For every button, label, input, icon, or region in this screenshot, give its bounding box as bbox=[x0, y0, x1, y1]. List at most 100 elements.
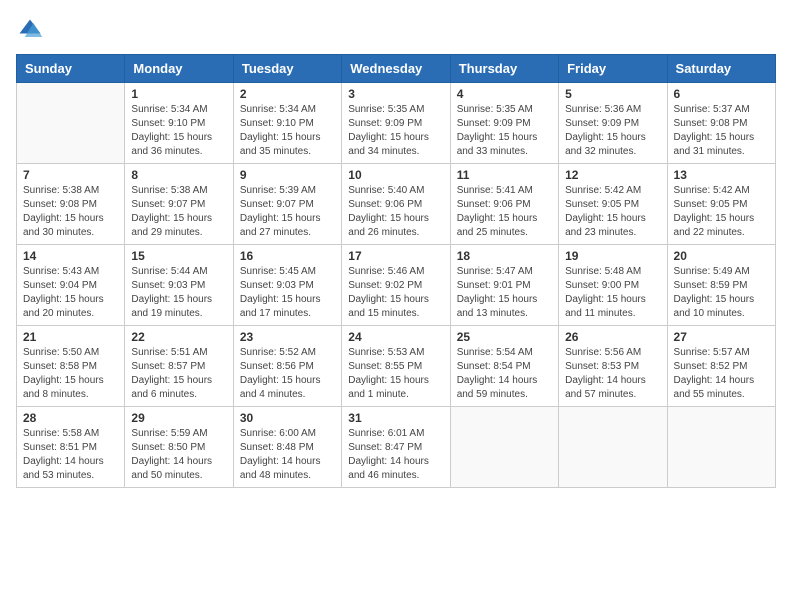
calendar-cell: 18 Sunrise: 5:47 AM Sunset: 9:01 PM Dayli… bbox=[450, 245, 558, 326]
calendar-cell: 3 Sunrise: 5:35 AM Sunset: 9:09 PM Daylig… bbox=[342, 83, 450, 164]
header-thursday: Thursday bbox=[450, 55, 558, 83]
day-number: 21 bbox=[23, 330, 118, 344]
calendar-cell: 19 Sunrise: 5:48 AM Sunset: 9:00 PM Dayli… bbox=[559, 245, 667, 326]
header-monday: Monday bbox=[125, 55, 233, 83]
day-info: Sunrise: 5:57 AM Sunset: 8:52 PM Dayligh… bbox=[674, 346, 769, 402]
day-number: 20 bbox=[674, 249, 769, 263]
calendar-cell bbox=[450, 407, 558, 488]
day-number: 14 bbox=[23, 249, 118, 263]
calendar-cell: 11 Sunrise: 5:41 AM Sunset: 9:06 PM Dayli… bbox=[450, 164, 558, 245]
day-info: Sunrise: 5:42 AM Sunset: 9:05 PM Dayligh… bbox=[565, 184, 660, 240]
day-info: Sunrise: 5:45 AM Sunset: 9:03 PM Dayligh… bbox=[240, 265, 335, 321]
calendar-cell: 15 Sunrise: 5:44 AM Sunset: 9:03 PM Dayli… bbox=[125, 245, 233, 326]
header-tuesday: Tuesday bbox=[233, 55, 341, 83]
day-info: Sunrise: 5:35 AM Sunset: 9:09 PM Dayligh… bbox=[348, 103, 443, 159]
calendar-cell: 25 Sunrise: 5:54 AM Sunset: 8:54 PM Dayli… bbox=[450, 326, 558, 407]
calendar-cell: 27 Sunrise: 5:57 AM Sunset: 8:52 PM Dayli… bbox=[667, 326, 775, 407]
day-number: 11 bbox=[457, 168, 552, 182]
day-info: Sunrise: 5:39 AM Sunset: 9:07 PM Dayligh… bbox=[240, 184, 335, 240]
day-number: 10 bbox=[348, 168, 443, 182]
calendar-table: SundayMondayTuesdayWednesdayThursdayFrid… bbox=[16, 54, 776, 488]
day-info: Sunrise: 5:52 AM Sunset: 8:56 PM Dayligh… bbox=[240, 346, 335, 402]
day-info: Sunrise: 5:43 AM Sunset: 9:04 PM Dayligh… bbox=[23, 265, 118, 321]
calendar-cell: 2Sunrise: 5:34 AM Sunset: 9:10 PM Daylig… bbox=[233, 83, 341, 164]
day-info: Sunrise: 5:56 AM Sunset: 8:53 PM Dayligh… bbox=[565, 346, 660, 402]
day-info: Sunrise: 5:46 AM Sunset: 9:02 PM Dayligh… bbox=[348, 265, 443, 321]
calendar-cell: 21 Sunrise: 5:50 AM Sunset: 8:58 PM Dayli… bbox=[17, 326, 125, 407]
calendar-cell: 16 Sunrise: 5:45 AM Sunset: 9:03 PM Dayli… bbox=[233, 245, 341, 326]
calendar-cell: 20 Sunrise: 5:49 AM Sunset: 8:59 PM Dayli… bbox=[667, 245, 775, 326]
day-number: 27 bbox=[674, 330, 769, 344]
day-info: Sunrise: 5:44 AM Sunset: 9:03 PM Dayligh… bbox=[131, 265, 226, 321]
day-number: 9 bbox=[240, 168, 335, 182]
calendar-cell bbox=[667, 407, 775, 488]
day-number: 8 bbox=[131, 168, 226, 182]
day-info: Sunrise: 5:41 AM Sunset: 9:06 PM Dayligh… bbox=[457, 184, 552, 240]
calendar-cell: 10 Sunrise: 5:40 AM Sunset: 9:06 PM Dayli… bbox=[342, 164, 450, 245]
day-info: Sunrise: 5:38 AM Sunset: 9:07 PM Dayligh… bbox=[131, 184, 226, 240]
calendar-cell: 24Sunrise: 5:53 AM Sunset: 8:55 PM Dayli… bbox=[342, 326, 450, 407]
day-number: 1 bbox=[131, 87, 226, 101]
day-info: Sunrise: 5:48 AM Sunset: 9:00 PM Dayligh… bbox=[565, 265, 660, 321]
day-number: 13 bbox=[674, 168, 769, 182]
calendar-cell: 6Sunrise: 5:37 AM Sunset: 9:08 PM Daylig… bbox=[667, 83, 775, 164]
calendar-week-3: 14 Sunrise: 5:43 AM Sunset: 9:04 PM Dayli… bbox=[17, 245, 776, 326]
day-number: 30 bbox=[240, 411, 335, 425]
logo-icon bbox=[16, 16, 44, 44]
calendar-cell: 8 Sunrise: 5:38 AM Sunset: 9:07 PM Daylig… bbox=[125, 164, 233, 245]
day-info: Sunrise: 5:42 AM Sunset: 9:05 PM Dayligh… bbox=[674, 184, 769, 240]
logo bbox=[16, 16, 48, 44]
day-number: 25 bbox=[457, 330, 552, 344]
calendar-cell: 30 Sunrise: 6:00 AM Sunset: 8:48 PM Dayli… bbox=[233, 407, 341, 488]
calendar-cell: 13 Sunrise: 5:42 AM Sunset: 9:05 PM Dayli… bbox=[667, 164, 775, 245]
calendar-cell: 7 Sunrise: 5:38 AM Sunset: 9:08 PM Daylig… bbox=[17, 164, 125, 245]
day-number: 4 bbox=[457, 87, 552, 101]
day-number: 17 bbox=[348, 249, 443, 263]
day-number: 12 bbox=[565, 168, 660, 182]
day-info: Sunrise: 5:49 AM Sunset: 8:59 PM Dayligh… bbox=[674, 265, 769, 321]
calendar-cell: 26 Sunrise: 5:56 AM Sunset: 8:53 PM Dayli… bbox=[559, 326, 667, 407]
calendar-cell: 31 Sunrise: 6:01 AM Sunset: 8:47 PM Dayli… bbox=[342, 407, 450, 488]
calendar-week-5: 28 Sunrise: 5:58 AM Sunset: 8:51 PM Dayli… bbox=[17, 407, 776, 488]
day-info: Sunrise: 5:50 AM Sunset: 8:58 PM Dayligh… bbox=[23, 346, 118, 402]
day-number: 24 bbox=[348, 330, 443, 344]
header-friday: Friday bbox=[559, 55, 667, 83]
calendar-cell: 5Sunrise: 5:36 AM Sunset: 9:09 PM Daylig… bbox=[559, 83, 667, 164]
day-info: Sunrise: 5:47 AM Sunset: 9:01 PM Dayligh… bbox=[457, 265, 552, 321]
calendar-week-1: 1 Sunrise: 5:34 AM Sunset: 9:10 PM Daylig… bbox=[17, 83, 776, 164]
day-info: Sunrise: 6:01 AM Sunset: 8:47 PM Dayligh… bbox=[348, 427, 443, 483]
day-info: Sunrise: 5:34 AM Sunset: 9:10 PM Dayligh… bbox=[131, 103, 226, 159]
calendar-cell: 28 Sunrise: 5:58 AM Sunset: 8:51 PM Dayli… bbox=[17, 407, 125, 488]
day-info: Sunrise: 5:36 AM Sunset: 9:09 PM Dayligh… bbox=[565, 103, 660, 159]
day-info: Sunrise: 6:00 AM Sunset: 8:48 PM Dayligh… bbox=[240, 427, 335, 483]
day-number: 16 bbox=[240, 249, 335, 263]
calendar-cell: 23Sunrise: 5:52 AM Sunset: 8:56 PM Dayli… bbox=[233, 326, 341, 407]
day-info: Sunrise: 5:58 AM Sunset: 8:51 PM Dayligh… bbox=[23, 427, 118, 483]
day-number: 2 bbox=[240, 87, 335, 101]
day-info: Sunrise: 5:38 AM Sunset: 9:08 PM Dayligh… bbox=[23, 184, 118, 240]
day-number: 18 bbox=[457, 249, 552, 263]
day-info: Sunrise: 5:40 AM Sunset: 9:06 PM Dayligh… bbox=[348, 184, 443, 240]
day-number: 22 bbox=[131, 330, 226, 344]
day-info: Sunrise: 5:59 AM Sunset: 8:50 PM Dayligh… bbox=[131, 427, 226, 483]
calendar-week-4: 21 Sunrise: 5:50 AM Sunset: 8:58 PM Dayli… bbox=[17, 326, 776, 407]
day-number: 15 bbox=[131, 249, 226, 263]
day-number: 3 bbox=[348, 87, 443, 101]
header-wednesday: Wednesday bbox=[342, 55, 450, 83]
calendar-cell: 1 Sunrise: 5:34 AM Sunset: 9:10 PM Daylig… bbox=[125, 83, 233, 164]
day-number: 7 bbox=[23, 168, 118, 182]
calendar-cell: 12 Sunrise: 5:42 AM Sunset: 9:05 PM Dayli… bbox=[559, 164, 667, 245]
calendar-cell: 17 Sunrise: 5:46 AM Sunset: 9:02 PM Dayli… bbox=[342, 245, 450, 326]
day-number: 19 bbox=[565, 249, 660, 263]
day-number: 28 bbox=[23, 411, 118, 425]
day-number: 29 bbox=[131, 411, 226, 425]
day-number: 26 bbox=[565, 330, 660, 344]
calendar-header-row: SundayMondayTuesdayWednesdayThursdayFrid… bbox=[17, 55, 776, 83]
header-saturday: Saturday bbox=[667, 55, 775, 83]
calendar-cell: 4Sunrise: 5:35 AM Sunset: 9:09 PM Daylig… bbox=[450, 83, 558, 164]
day-info: Sunrise: 5:54 AM Sunset: 8:54 PM Dayligh… bbox=[457, 346, 552, 402]
calendar-cell: 9 Sunrise: 5:39 AM Sunset: 9:07 PM Daylig… bbox=[233, 164, 341, 245]
day-number: 31 bbox=[348, 411, 443, 425]
calendar-week-2: 7 Sunrise: 5:38 AM Sunset: 9:08 PM Daylig… bbox=[17, 164, 776, 245]
calendar-cell bbox=[17, 83, 125, 164]
